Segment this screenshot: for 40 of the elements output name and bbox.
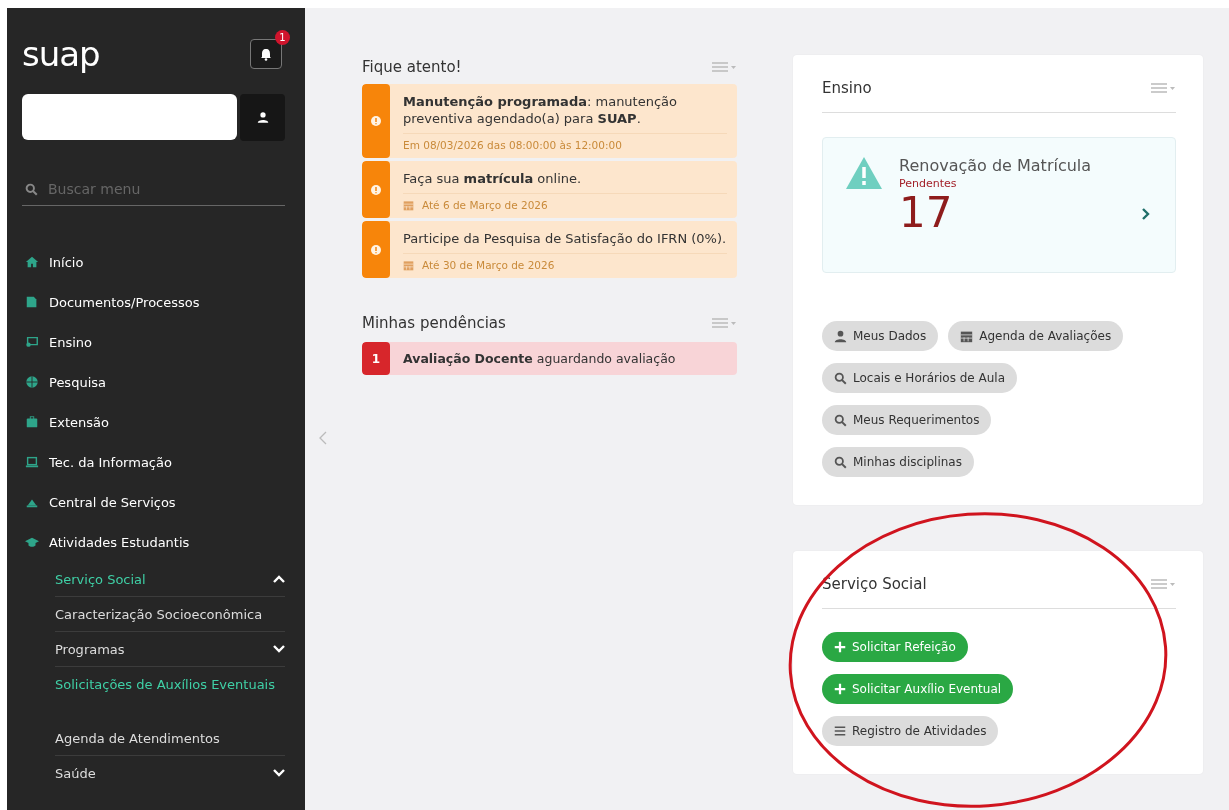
notification-count-badge: 1	[275, 30, 290, 45]
shortcut-button[interactable]: Minhas disciplinas	[822, 447, 974, 477]
menu-item[interactable]: Início	[22, 242, 285, 282]
highlight-count: 17	[899, 190, 954, 236]
menu-item[interactable]: Central de Serviços	[22, 482, 285, 522]
search-field[interactable]: Buscar menu	[48, 181, 268, 197]
menu-item[interactable]: Ensino	[22, 322, 285, 362]
shortcut-button[interactable]: Meus Dados	[822, 321, 939, 351]
alert-date: Em 08/03/2026 das 08:00:00 às 12:00:00	[403, 139, 622, 151]
highlight-title: Renovação de Matrícula	[899, 156, 1092, 175]
shortcut-button[interactable]: Agenda de Avaliações	[948, 321, 1124, 351]
panel-title: Ensino	[822, 79, 872, 97]
alert-text: Faça sua matrícula online.	[403, 170, 727, 194]
submenu-item[interactable]: Caracterização Socioeconômica	[55, 596, 285, 631]
action-button[interactable]: Registro de Atividades	[822, 716, 999, 746]
pending-count: 1	[362, 342, 390, 375]
pending-item[interactable]: 1 Avaliação Docente aguardando avaliação	[362, 342, 737, 375]
submenu-item[interactable]: Saúde	[55, 755, 285, 790]
pending-text: Avaliação Docente aguardando avaliação	[402, 350, 676, 368]
alert-date: Até 6 de Março de 2026	[422, 199, 548, 211]
submenu-item[interactable]: Solicitações de Auxílios Eventuais	[55, 666, 285, 701]
alert-text: Manutenção programada: manutenção preventiva agendado(a) para SUAP.	[403, 93, 727, 134]
submenu-item[interactable]: Serviço Social	[55, 562, 285, 596]
panel-title: Minhas pendências	[362, 314, 506, 332]
suap-logo[interactable]: suap	[22, 34, 100, 74]
highlight-subtitle: Pendentes	[899, 177, 958, 190]
menu-item[interactable]: Tec. da Informação	[22, 442, 285, 482]
highlight-card[interactable]: Renovação de Matrícula Pendentes 17	[822, 137, 1176, 273]
shortcut-button[interactable]: Locais e Horários de Aula	[822, 363, 1017, 393]
panel-title: Serviço Social	[822, 575, 927, 593]
menu-item[interactable]: Documentos/Processos	[22, 282, 285, 322]
submenu-item[interactable]: Agenda de Atendimentos	[55, 721, 285, 755]
alert-date: Até 30 de Março de 2026	[422, 259, 555, 271]
alert-text: Participe da Pesquisa de Satisfação do IFRN (0%).	[403, 230, 727, 254]
panel-title: Fique atento!	[362, 58, 462, 76]
menu-item[interactable]: Extensão	[22, 402, 285, 442]
menu-item[interactable]: Pesquisa	[22, 362, 285, 402]
shortcut-button[interactable]: Meus Requerimentos	[822, 405, 992, 435]
submenu-item[interactable]: Programas	[55, 631, 285, 666]
menu-item[interactable]: Atividades Estudantis	[22, 522, 285, 562]
